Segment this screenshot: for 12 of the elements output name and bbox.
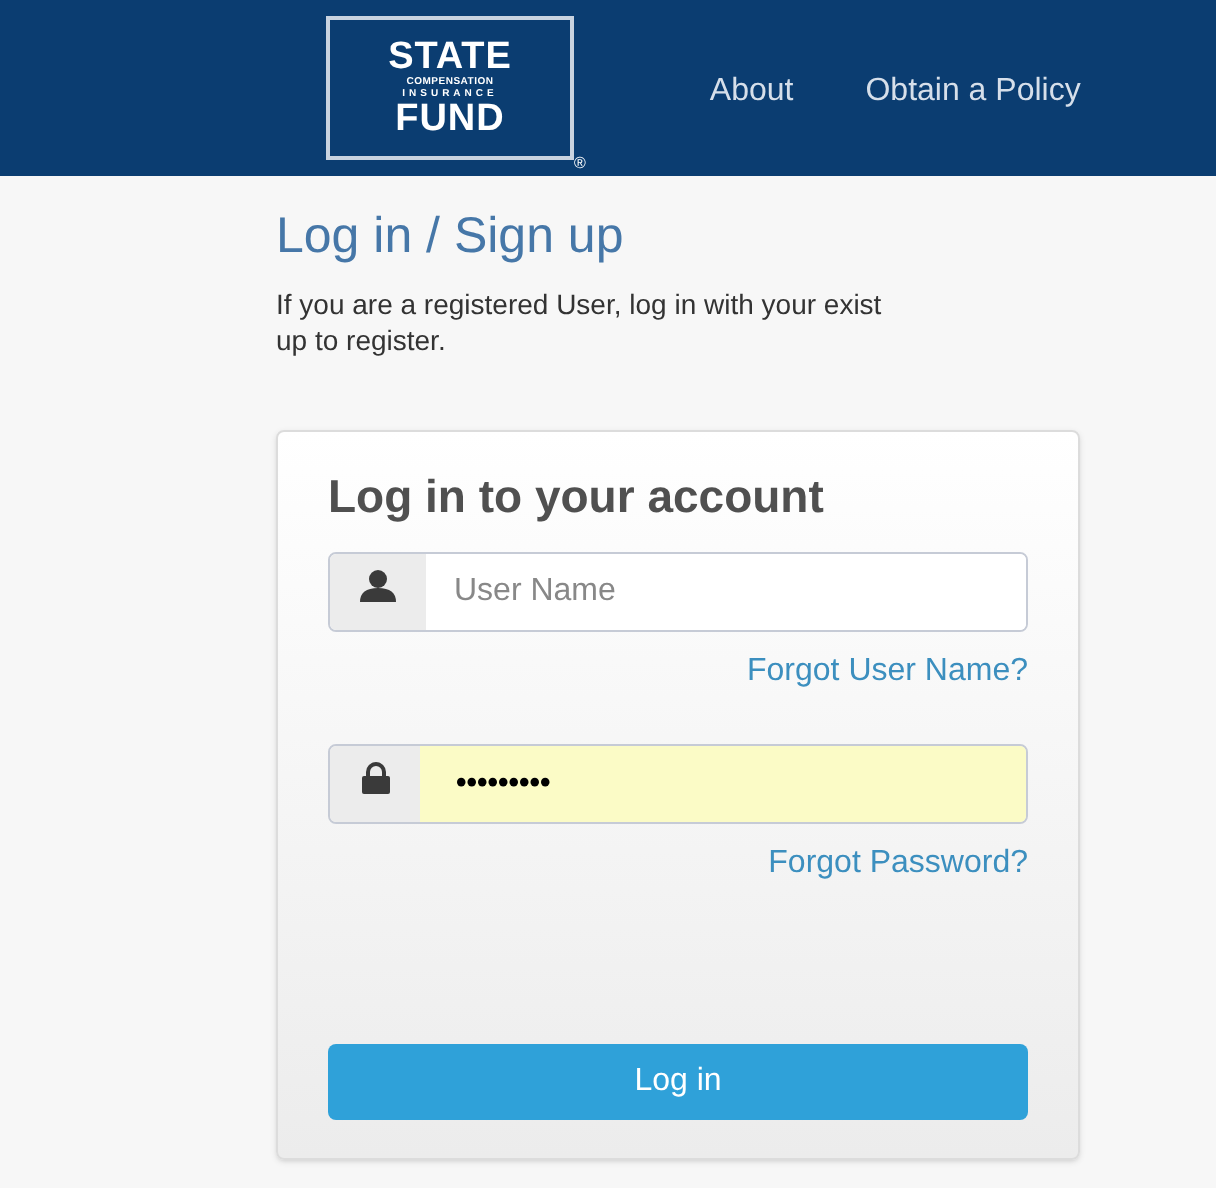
logo-text: FUND — [395, 100, 505, 138]
lock-icon — [361, 762, 389, 794]
registered-mark: ® — [574, 156, 586, 172]
page-title: Log in / Sign up — [276, 206, 626, 266]
user-icon — [360, 570, 396, 602]
nav-link[interactable]: About — [709, 68, 794, 116]
logo-text: STATE — [388, 38, 512, 76]
card-heading: Log in to your account — [328, 468, 826, 524]
username-field[interactable]: User Name — [328, 552, 1028, 632]
nav-link[interactable]: Obtain a Policy — [865, 68, 1081, 116]
password-field[interactable]: ••••••••• — [328, 744, 1028, 824]
intro-text: If you are a registered User, log in with your exist up to register. — [276, 286, 884, 358]
